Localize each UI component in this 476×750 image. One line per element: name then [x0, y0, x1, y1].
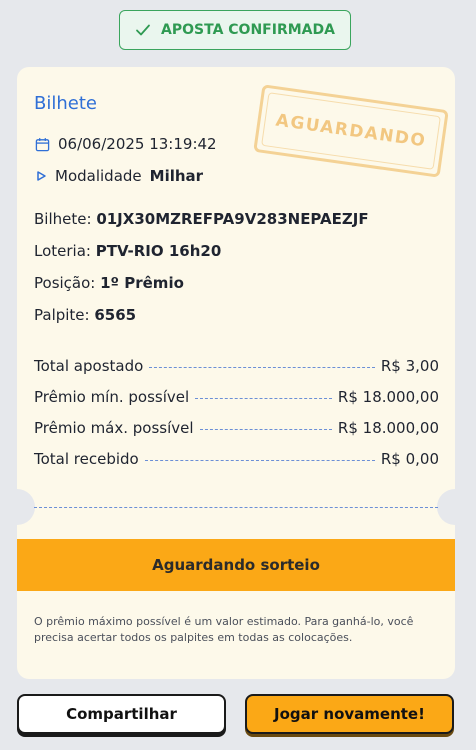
lottery-label: Loteria:: [34, 242, 91, 260]
totals-list: Total apostado R$ 3,00 Prêmio mín. possí…: [34, 350, 439, 474]
total-bet-value: R$ 3,00: [380, 356, 439, 375]
awaiting-draw-banner: Aguardando sorteio: [17, 539, 455, 591]
check-icon: [136, 24, 150, 36]
max-prize-row: Prêmio máx. possível R$ 18.000,00: [34, 412, 439, 443]
ticket-notch-left: [17, 489, 35, 525]
ticket-id-value: 01JX30MZREFPA9V283NEPAEZJF: [96, 210, 369, 228]
ticket-perforation: [34, 507, 438, 508]
ticket-card: Bilhete AGUARDANDO 06/06/2025 13:19:42 M…: [17, 67, 455, 679]
max-prize-label: Prêmio máx. possível: [34, 418, 194, 437]
modalidade-label: Modalidade: [55, 167, 142, 185]
max-prize-value: R$ 18.000,00: [337, 418, 439, 437]
play-icon: [37, 171, 46, 181]
min-prize-row: Prêmio mín. possível R$ 18.000,00: [34, 381, 439, 412]
min-prize-label: Prêmio mín. possível: [34, 387, 190, 406]
dotted-leader: [199, 429, 332, 430]
position-label: Posição:: [34, 274, 96, 292]
dotted-leader: [144, 460, 375, 461]
guess-label: Palpite:: [34, 306, 90, 324]
position-value: 1º Prêmio: [100, 274, 184, 292]
lottery-value: PTV-RIO 16h20: [95, 242, 222, 260]
total-received-value: R$ 0,00: [380, 449, 439, 468]
dotted-leader: [149, 367, 375, 368]
total-received-label: Total recebido: [34, 449, 139, 468]
bet-confirmed-badge: APOSTA CONFIRMADA: [119, 10, 351, 50]
calendar-icon: [35, 137, 50, 151]
lottery-row: Loteria: PTV-RIO 16h20: [34, 242, 221, 260]
bet-confirmed-label: APOSTA CONFIRMADA: [161, 22, 335, 38]
modalidade-row: Modalidade Milhar: [35, 167, 203, 185]
total-bet-row: Total apostado R$ 3,00: [34, 350, 439, 381]
status-stamp: AGUARDANDO: [253, 84, 449, 178]
total-bet-label: Total apostado: [34, 356, 144, 375]
ticket-title: Bilhete: [34, 93, 97, 114]
position-row: Posição: 1º Prêmio: [34, 274, 184, 292]
dotted-leader: [195, 398, 332, 399]
share-button[interactable]: Compartilhar: [17, 694, 226, 734]
ticket-id-row: Bilhete: 01JX30MZREFPA9V283NEPAEZJF: [34, 210, 369, 228]
ticket-id-label: Bilhete:: [34, 210, 92, 228]
min-prize-value: R$ 18.000,00: [337, 387, 439, 406]
total-received-row: Total recebido R$ 0,00: [34, 443, 439, 474]
play-again-button[interactable]: Jogar novamente!: [245, 694, 454, 734]
ticket-datetime: 06/06/2025 13:19:42: [58, 135, 217, 153]
ticket-date-row: 06/06/2025 13:19:42: [35, 135, 217, 153]
guess-row: Palpite: 6565: [34, 306, 136, 324]
ticket-notch-right: [437, 489, 455, 525]
prize-disclaimer: O prêmio máximo possível é um valor esti…: [34, 615, 414, 644]
modalidade-value: Milhar: [149, 167, 204, 185]
guess-value: 6565: [94, 306, 137, 324]
